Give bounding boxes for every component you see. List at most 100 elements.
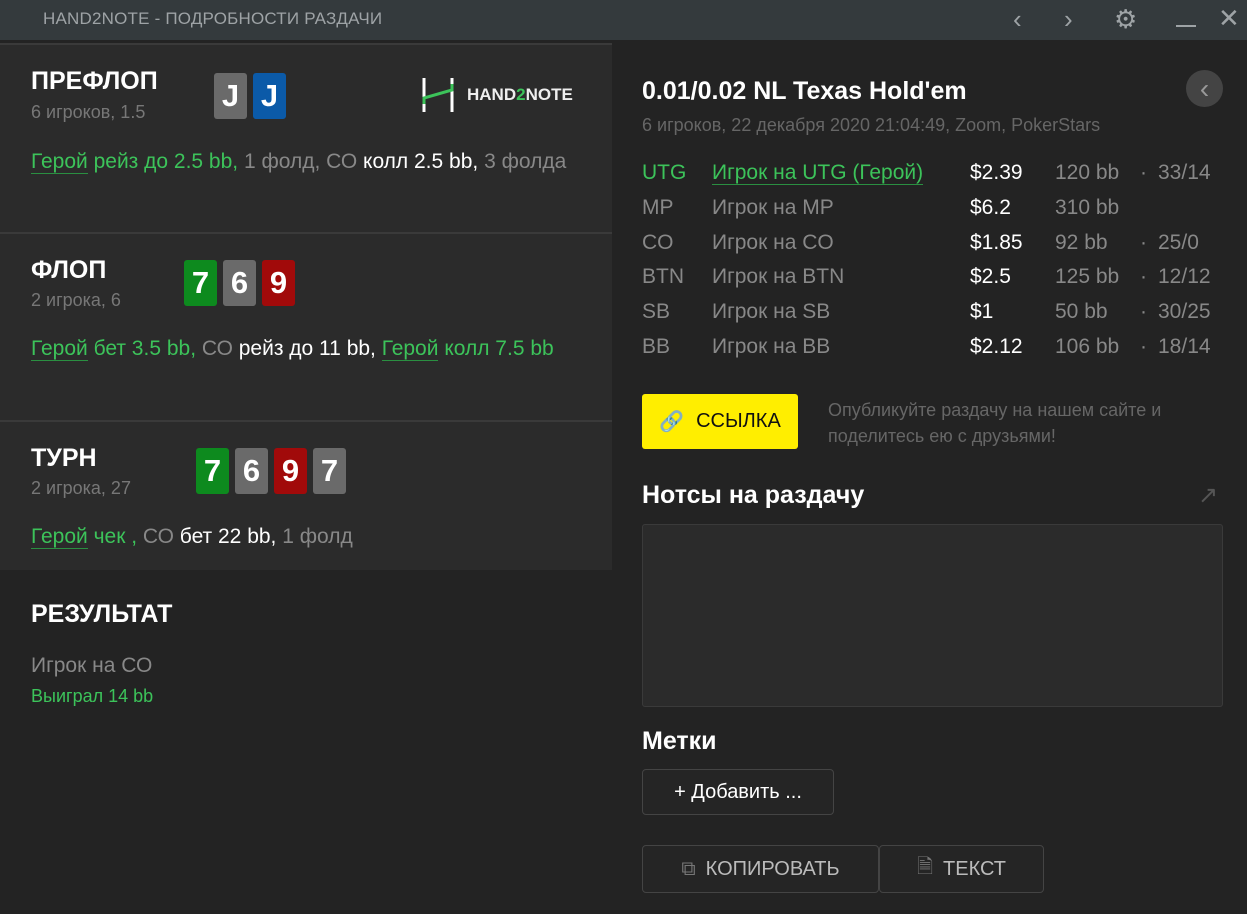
title-bar: HAND2NOTE - ПОДРОБНОСТИ РАЗДАЧИ ‹ › ⚙ ✕ — [0, 0, 1247, 40]
street-turn: ТУРН 2 игрока, 27 7697 Герой чек , СО бе… — [0, 420, 612, 570]
card: J — [214, 73, 247, 119]
separator-dot: · — [1140, 335, 1147, 358]
stack-bb: 92 bb — [1055, 230, 1108, 254]
link-label: ССЫЛКА — [696, 410, 781, 432]
action-text: 3 фолда — [478, 150, 567, 173]
player-link[interactable]: Герой — [31, 525, 88, 549]
stack: $1.85 — [970, 230, 1023, 254]
tags-title: Метки — [642, 727, 717, 755]
hand-title: 0.01/0.02 NL Texas Hold'em — [642, 77, 967, 105]
hand-subtitle: 6 игроков, 22 декабря 2020 21:04:49, Zoo… — [642, 115, 1101, 135]
link-button[interactable]: 🔗 ССЫЛКА — [642, 394, 798, 449]
add-tag-button[interactable]: + Добавить ... — [642, 769, 834, 815]
stack: $6.2 — [970, 195, 1011, 219]
action-text: колл 7.5 bb — [438, 337, 554, 360]
card: 7 — [196, 448, 229, 494]
board-cards: 769 — [184, 260, 295, 306]
action-text: СО — [196, 337, 233, 360]
card: 7 — [313, 448, 346, 494]
action-text: рейз до 11 bb, — [232, 337, 382, 360]
stack: $2.12 — [970, 335, 1023, 358]
street-title: ТУРН — [31, 444, 97, 472]
action-text: бет 3.5 bb, — [87, 337, 197, 360]
action-text: СО — [137, 525, 174, 548]
player-link[interactable]: Герой — [31, 150, 88, 174]
window-title: HAND2NOTE - ПОДРОБНОСТИ РАЗДАЧИ — [43, 9, 383, 28]
position: BB — [642, 335, 671, 358]
stack-bb: 106 bb — [1055, 335, 1120, 358]
player-row: CO Игрок на CO $1.85 92 bb · 25/0 — [642, 231, 1242, 261]
collapse-button[interactable]: ‹ — [1186, 70, 1223, 107]
text-button[interactable]: 🗎 ТЕКСТ — [879, 845, 1044, 893]
player-link[interactable]: Герой — [31, 337, 88, 361]
player-row: SB Игрок на SB $1 50 bb · 30/25 — [642, 300, 1242, 330]
chevron-right-icon[interactable]: › — [1064, 4, 1073, 34]
card: 9 — [262, 260, 295, 306]
position: BTN — [642, 265, 684, 289]
text-label: ТЕКСТ — [943, 857, 1007, 880]
position: SB — [642, 300, 671, 324]
result-title: РЕЗУЛЬТАТ — [31, 600, 173, 628]
stack-bb: 50 bb — [1055, 300, 1108, 324]
action-text: колл 2.5 bb, — [357, 150, 479, 173]
player-name[interactable]: Игрок на CO — [712, 231, 940, 255]
position: MP — [642, 195, 674, 219]
player-name-text: Игрок на MP — [712, 195, 834, 219]
separator-dot: · — [1140, 265, 1147, 289]
player-name[interactable]: Игрок на SB — [712, 300, 940, 324]
position: UTG — [642, 161, 687, 184]
close-icon[interactable]: ✕ — [1218, 3, 1240, 33]
street-flop: ФЛОП 2 игрока, 6 769 Герой бет 3.5 bb, С… — [0, 232, 612, 420]
separator-dot: · — [1140, 161, 1147, 184]
action-text: рейз до 2.5 bb, — [87, 150, 239, 173]
result-player: Игрок на СО — [31, 654, 153, 677]
stack-bb: 125 bb — [1055, 265, 1120, 289]
logo-text: HAND2NOTE — [467, 85, 573, 104]
gear-icon[interactable]: ⚙ — [1114, 4, 1137, 34]
separator-dot: · — [1140, 300, 1147, 324]
logo-icon — [422, 78, 454, 112]
action-text: бет 22 bb, — [173, 525, 277, 548]
board-cards: JJ — [214, 73, 286, 119]
player-stats: 18/14 — [1158, 335, 1211, 358]
stack: $2.39 — [970, 161, 1023, 184]
stack: $1 — [970, 300, 994, 324]
street-actions: Герой бет 3.5 bb, СО рейз до 11 bb, Геро… — [31, 332, 591, 366]
copy-button[interactable]: ⧉ КОПИРОВАТЬ — [642, 845, 879, 893]
street-actions: Герой рейз до 2.5 bb, 1 фолд, СО колл 2.… — [31, 145, 591, 179]
stack-bb: 120 bb — [1055, 161, 1120, 184]
stack: $2.5 — [970, 265, 1011, 289]
player-name-text: Игрок на SB — [712, 300, 831, 324]
player-row: MP Игрок на MP $6.2 310 bb — [642, 196, 1242, 226]
chevron-left-icon: ‹ — [1199, 72, 1210, 104]
player-stats: 12/12 — [1158, 265, 1211, 289]
action-text: 1 фолд — [276, 525, 353, 548]
hand2note-logo: HAND2NOTE — [421, 78, 573, 112]
minimize-icon[interactable] — [1176, 25, 1196, 27]
street-title: ПРЕФЛОП — [31, 67, 158, 95]
street-info: 2 игрока, 6 — [31, 290, 121, 310]
stack-bb: 310 bb — [1055, 195, 1120, 219]
player-row: UTG Игрок на UTG (Герой) $2.39 120 bb · 3… — [642, 161, 1242, 191]
player-name[interactable]: Игрок на UTG (Герой) — [712, 161, 940, 185]
player-stats: 30/25 — [1158, 300, 1211, 324]
link-icon: 🔗 — [659, 411, 685, 433]
notes-textarea[interactable] — [642, 524, 1223, 707]
position: CO — [642, 230, 674, 254]
card: 6 — [223, 260, 256, 306]
street-title: ФЛОП — [31, 256, 107, 284]
notes-title: Нотсы на раздачу — [642, 481, 865, 509]
copy-label: КОПИРОВАТЬ — [705, 857, 840, 880]
chevron-left-icon[interactable]: ‹ — [1013, 4, 1022, 34]
street-actions: Герой чек , СО бет 22 bb, 1 фолд — [31, 520, 591, 554]
player-name[interactable]: Игрок на BTN — [712, 265, 940, 289]
action-text: чек , — [87, 525, 138, 548]
external-link-icon[interactable]: ↗ — [1198, 481, 1218, 510]
player-name[interactable]: Игрок на BB — [712, 335, 940, 359]
hand-details-panel: 0.01/0.02 NL Texas Hold'em 6 игроков, 22… — [612, 40, 1247, 914]
player-stats: 33/14 — [1158, 161, 1211, 184]
action-text: 1 фолд, СО — [238, 150, 358, 173]
player-link[interactable]: Герой — [381, 337, 439, 361]
card: 9 — [274, 448, 307, 494]
player-name[interactable]: Игрок на MP — [712, 196, 940, 220]
